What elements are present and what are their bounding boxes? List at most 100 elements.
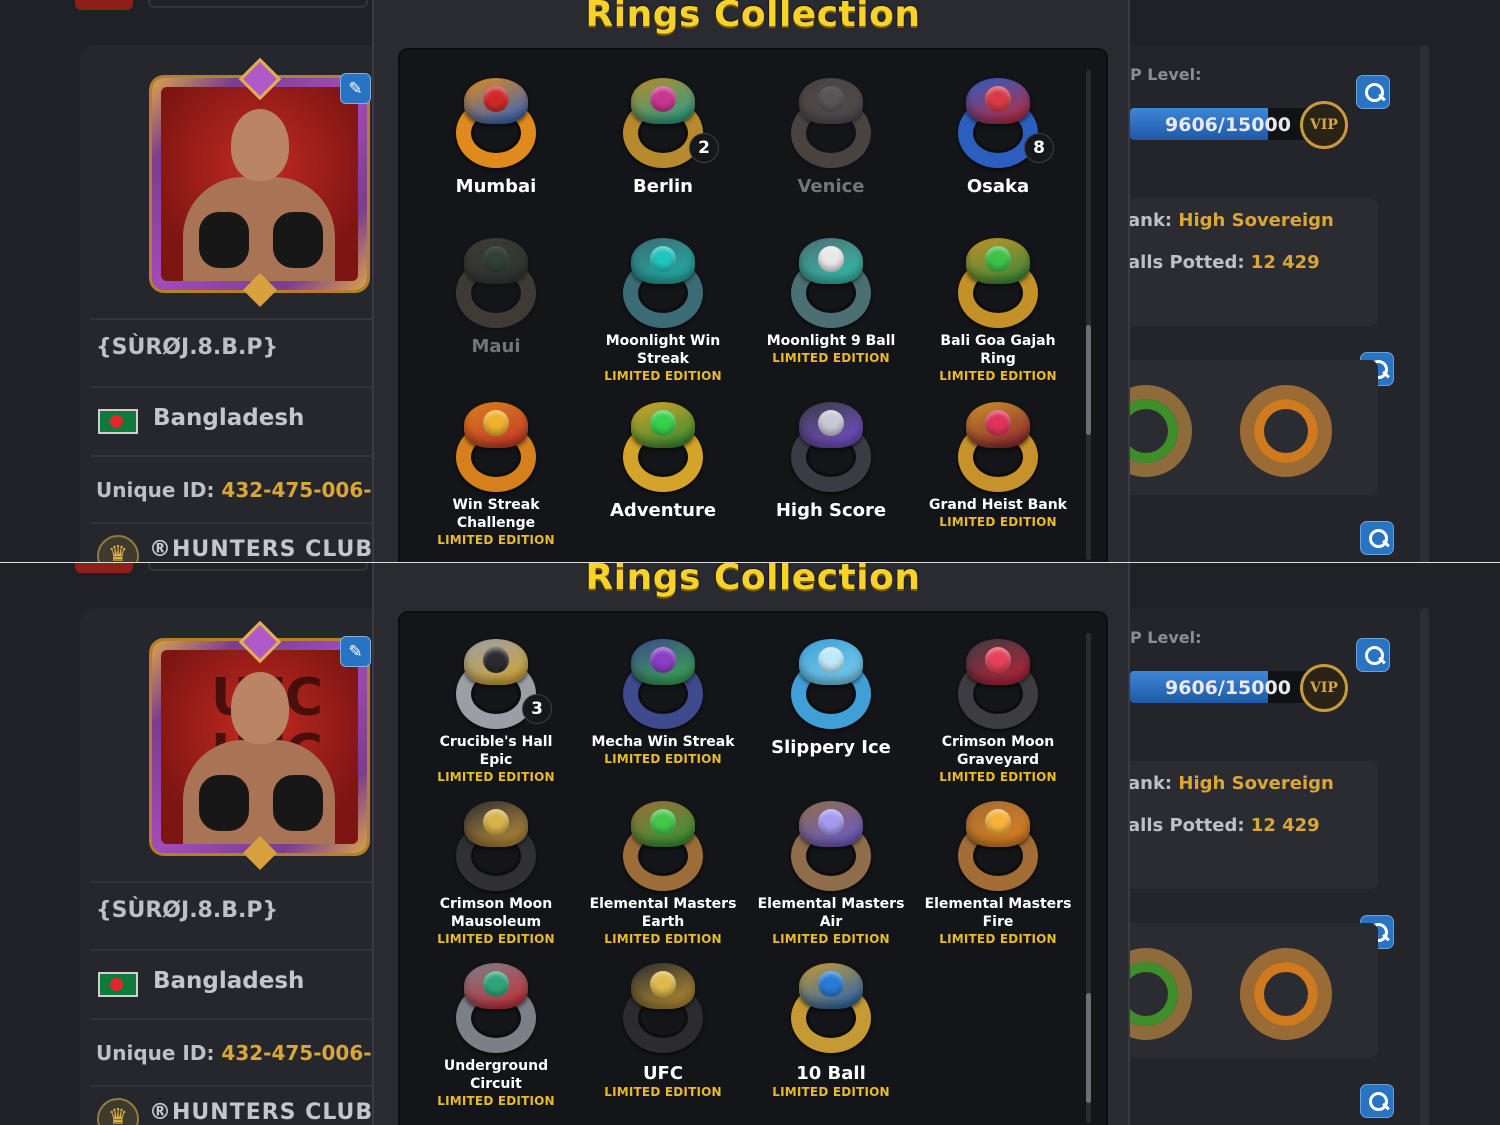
rank-label: ank: <box>1128 773 1179 794</box>
ring-item-berlin[interactable]: 2 Berlin <box>588 76 738 197</box>
divider <box>90 1018 380 1020</box>
limited-edition-label: LIMITED EDITION <box>939 369 1057 383</box>
ring-item-bali-goa-gajah-ring[interactable]: Bali Goa Gajah Ring LIMITED EDITION <box>923 236 1073 383</box>
limited-edition-label: LIMITED EDITION <box>437 1094 555 1108</box>
avatar-image <box>161 87 358 281</box>
ring-item-slippery-ice[interactable]: Slippery Ice <box>756 637 906 758</box>
ring-name: UFC <box>642 1063 684 1084</box>
ring-item-elemental-masters-air[interactable]: Elemental Masters Air LIMITED EDITION <box>756 799 906 946</box>
search-icon[interactable] <box>1360 1084 1394 1118</box>
ring-item-win-streak-challenge[interactable]: Win Streak Challenge LIMITED EDITION <box>421 400 571 547</box>
profile-scrollbar[interactable] <box>1420 45 1429 562</box>
top-tab[interactable] <box>75 563 133 573</box>
ring-icon <box>785 799 877 891</box>
rank: ank: High Sovereign <box>1128 210 1334 231</box>
avatar[interactable] <box>152 78 367 290</box>
ring-item-mumbai[interactable]: Mumbai <box>421 76 571 197</box>
divider <box>90 318 380 320</box>
rank-value: High Sovereign <box>1178 210 1334 231</box>
ring-icon <box>617 637 709 729</box>
ring-icon <box>450 961 542 1053</box>
ring-item-osaka[interactable]: 8 Osaka <box>923 76 1073 197</box>
ring-name: Crimson Moon Mausoleum <box>439 896 553 930</box>
ring-icon: 3 <box>450 637 552 729</box>
edit-avatar-button[interactable]: ✎ <box>340 636 371 667</box>
search-icon[interactable] <box>1356 638 1390 672</box>
top-search-box[interactable] <box>148 563 368 571</box>
dialog-title: Rings Collection <box>585 0 921 35</box>
club-name[interactable]: ®HUNTERS CLUB® <box>149 1100 396 1125</box>
avatar[interactable]: UFCUFCUFC <box>152 641 367 853</box>
ring-name: Maui <box>471 336 521 357</box>
unique-id: Unique ID: 432-475-006-9 <box>96 478 385 502</box>
pencil-icon: ✎ <box>348 642 363 662</box>
ring-icon <box>450 76 542 168</box>
ring-icon <box>617 400 709 492</box>
rings-scrollbar[interactable] <box>1086 633 1091 1123</box>
search-icon[interactable] <box>1360 521 1394 555</box>
rings-scrollbar[interactable] <box>1086 70 1091 560</box>
top-search-box[interactable] <box>148 0 368 8</box>
ring-item-crucible-s-hall-epic[interactable]: 3 Crucible's Hall Epic LIMITED EDITION <box>421 637 571 784</box>
ring-icon <box>450 236 542 328</box>
ring-name: Crucible's Hall Epic <box>439 734 553 768</box>
ring-item-ufc[interactable]: UFC LIMITED EDITION <box>588 961 738 1099</box>
balls-label: alls Potted: <box>1128 252 1251 273</box>
top-tab[interactable] <box>75 0 133 10</box>
ring-icon <box>617 799 709 891</box>
ring-item-underground-circuit[interactable]: Underground Circuit LIMITED EDITION <box>421 961 571 1108</box>
balls-value: 12 429 <box>1250 252 1320 273</box>
club-name[interactable]: ®HUNTERS CLUB® <box>149 537 396 562</box>
balls-potted: alls Potted: 12 429 <box>1128 252 1320 273</box>
balls-potted: alls Potted: 12 429 <box>1128 815 1320 836</box>
ring-item-moonlight-9-ball[interactable]: Moonlight 9 Ball LIMITED EDITION <box>756 236 906 365</box>
ring-icon <box>785 400 877 492</box>
scroll-thumb[interactable] <box>1086 325 1091 435</box>
ring-item-venice[interactable]: Venice <box>756 76 906 197</box>
ring-item-high-score[interactable]: High Score <box>756 400 906 521</box>
bangladesh-flag-icon <box>98 409 138 434</box>
ring-icon <box>952 637 1044 729</box>
ring-icon <box>952 236 1044 328</box>
vip-progress-text: 9606/15000 <box>1165 677 1291 699</box>
divider <box>90 881 380 883</box>
ring-name: Elemental Masters Fire <box>924 896 1072 930</box>
player-country: Bangladesh <box>153 968 305 994</box>
ring-count-badge: 2 <box>689 133 719 163</box>
screenshot-top: ✎ {SÙRØJ.8.B.P} Bangladesh Unique ID: 43… <box>0 0 1500 562</box>
ring-icon <box>785 76 877 168</box>
ring-name: Underground Circuit <box>443 1058 549 1092</box>
ring-name: Win Streak Challenge <box>452 497 540 531</box>
fire-ring-icon <box>1240 385 1332 477</box>
ring-item-crimson-moon-mausoleum[interactable]: Crimson Moon Mausoleum LIMITED EDITION <box>421 799 571 946</box>
limited-edition-label: LIMITED EDITION <box>604 752 722 766</box>
player-nickname: {SÙRØJ.8.B.P} <box>96 898 279 923</box>
search-icon[interactable] <box>1356 75 1390 109</box>
unique-id-label: Unique ID: <box>96 478 222 502</box>
ring-name: Slippery Ice <box>771 737 891 758</box>
scroll-thumb[interactable] <box>1086 993 1091 1103</box>
ring-item-elemental-masters-earth[interactable]: Elemental Masters Earth LIMITED EDITION <box>588 799 738 946</box>
ring-item-crimson-moon-graveyard[interactable]: Crimson Moon Graveyard LIMITED EDITION <box>923 637 1073 784</box>
ring-item-10-ball[interactable]: 10 Ball LIMITED EDITION <box>756 961 906 1099</box>
vip-level-label: P Level: <box>1130 628 1202 647</box>
limited-edition-label: LIMITED EDITION <box>604 1085 722 1099</box>
limited-edition-label: LIMITED EDITION <box>772 932 890 946</box>
ring-name: Elemental Masters Earth <box>589 896 737 930</box>
edit-avatar-button[interactable]: ✎ <box>340 73 371 104</box>
player-country: Bangladesh <box>153 405 305 431</box>
ring-icon <box>785 961 877 1053</box>
limited-edition-label: LIMITED EDITION <box>939 932 1057 946</box>
ring-item-maui[interactable]: Maui <box>421 236 571 357</box>
profile-scrollbar[interactable] <box>1420 608 1429 1125</box>
ring-item-moonlight-win-streak[interactable]: Moonlight Win Streak LIMITED EDITION <box>588 236 738 383</box>
ring-item-elemental-masters-fire[interactable]: Elemental Masters Fire LIMITED EDITION <box>923 799 1073 946</box>
ring-name: Crimson Moon Graveyard <box>941 734 1055 768</box>
ring-name: Adventure <box>609 500 717 521</box>
ring-item-adventure[interactable]: Adventure <box>588 400 738 521</box>
avatar-image: UFCUFCUFC <box>161 650 358 844</box>
vip-badge-icon: VIP <box>1300 101 1348 149</box>
ring-name: Grand Heist Bank <box>928 497 1067 513</box>
ring-item-grand-heist-bank[interactable]: Grand Heist Bank LIMITED EDITION <box>923 400 1073 529</box>
ring-item-mecha-win-streak[interactable]: Mecha Win Streak LIMITED EDITION <box>588 637 738 766</box>
